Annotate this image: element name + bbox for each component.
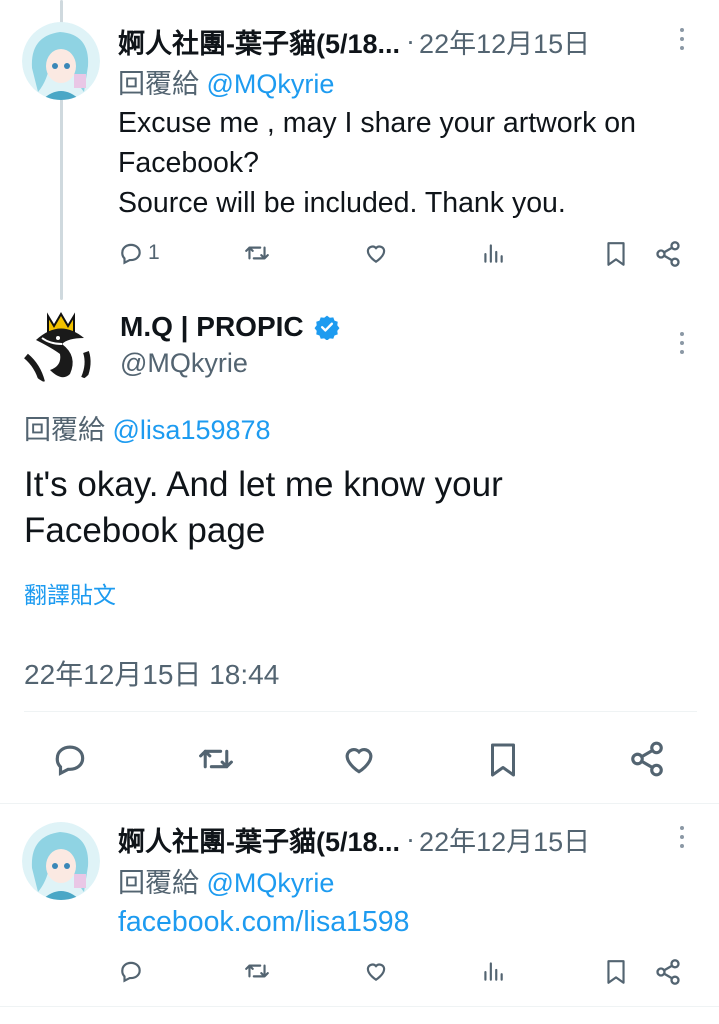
reply-handle-link[interactable]: @MQkyrie	[207, 868, 335, 898]
heart-icon	[345, 748, 373, 774]
reply-to-line: 回覆給 @MQkyrie	[118, 861, 334, 900]
author-name[interactable]: 婀人社團-葉子貓(5/18...	[118, 22, 400, 61]
author-name[interactable]: 婀人社團-葉子貓(5/18...	[118, 820, 400, 859]
reply-button[interactable]	[51, 740, 89, 778]
tweet-text: Excuse me , may I share your artwork on …	[118, 103, 698, 223]
heart-icon	[366, 963, 386, 981]
share-icon	[656, 241, 680, 267]
divider	[0, 803, 719, 804]
reply-bubble-icon	[121, 243, 141, 265]
separator-dot: ·	[406, 824, 416, 854]
bookmark-icon	[491, 743, 515, 777]
divider	[0, 1006, 719, 1007]
separator-dot: ·	[406, 26, 416, 56]
reply-count: 1	[148, 241, 160, 264]
reply-button[interactable]	[118, 958, 144, 984]
reply-prefix: 回覆給	[118, 868, 199, 898]
reply-bubble-icon	[121, 961, 141, 983]
action-bar	[0, 740, 719, 780]
views-bar-chart-icon	[484, 962, 503, 981]
views-button[interactable]	[480, 240, 506, 266]
heart-icon	[366, 245, 386, 263]
share-icon	[656, 959, 680, 985]
bookmark-icon	[607, 242, 625, 266]
more-vertical-icon[interactable]	[670, 822, 694, 852]
tweet-date[interactable]: 22年12月15日	[419, 22, 590, 61]
reply-handle-link[interactable]: @lisa159878	[113, 415, 271, 445]
reply-prefix: 回覆給	[24, 415, 105, 445]
views-button[interactable]	[480, 958, 506, 984]
facebook-link[interactable]: facebook.com/lisa1598	[118, 902, 410, 942]
tweet-text-line: Excuse me , may I share your artwork on	[118, 107, 636, 139]
tweet-text-line: Facebook page	[24, 511, 266, 550]
author-row: 婀人社團-葉子貓(5/18... · 22年12月15日	[118, 22, 590, 61]
divider	[24, 711, 697, 712]
reply-to-line: 回覆給 @MQkyrie	[118, 62, 334, 101]
action-bar: 1	[0, 240, 719, 274]
author-handle[interactable]: @MQkyrie	[120, 348, 248, 379]
views-bar-chart-icon	[484, 244, 503, 263]
retweet-icon	[245, 246, 269, 260]
like-button[interactable]	[362, 958, 390, 984]
verified-badge-icon	[314, 314, 340, 340]
tweet-timestamp[interactable]: 22年12月15日 18:44	[24, 653, 279, 693]
avatar[interactable]	[22, 22, 100, 100]
more-vertical-icon[interactable]	[670, 24, 694, 54]
tweet-text-line: Facebook?	[118, 147, 260, 179]
retweet-icon	[199, 749, 233, 769]
author-row: 婀人社團-葉子貓(5/18... · 22年12月15日	[118, 820, 590, 859]
share-icon	[631, 741, 663, 777]
retweet-button[interactable]	[243, 958, 271, 984]
share-button[interactable]	[654, 240, 682, 268]
tweet-date[interactable]: 22年12月15日	[419, 820, 590, 859]
reply-to-line: 回覆給 @lisa159878	[24, 408, 271, 447]
tweet-text-line: Source will be included. Thank you.	[118, 187, 566, 219]
reply-handle-link[interactable]: @MQkyrie	[207, 69, 335, 99]
reply-button[interactable]: 1	[118, 240, 160, 266]
tweet-text: It's okay. And let me know your Facebook…	[24, 462, 704, 554]
action-bar	[0, 958, 719, 992]
more-vertical-icon[interactable]	[670, 328, 694, 358]
share-button[interactable]	[654, 958, 682, 986]
bookmark-button[interactable]	[485, 740, 521, 780]
like-button[interactable]	[339, 740, 379, 778]
reply-prefix: 回覆給	[118, 69, 199, 99]
share-button[interactable]	[628, 740, 666, 778]
author-name[interactable]: M.Q | PROPIC	[120, 311, 304, 343]
bookmark-icon	[607, 960, 625, 984]
translate-post-link[interactable]: 翻譯貼文	[24, 576, 116, 610]
bookmark-button[interactable]	[603, 240, 629, 268]
retweet-button[interactable]	[243, 240, 271, 266]
avatar[interactable]	[22, 822, 100, 900]
tweet-text-line: It's okay. And let me know your	[24, 465, 503, 504]
avatar[interactable]	[22, 308, 100, 386]
retweet-button[interactable]	[196, 740, 236, 778]
author-row: M.Q | PROPIC	[120, 311, 340, 343]
retweet-icon	[245, 964, 269, 978]
reply-bubble-icon	[55, 745, 85, 776]
like-button[interactable]	[362, 240, 390, 266]
bookmark-button[interactable]	[603, 958, 629, 986]
